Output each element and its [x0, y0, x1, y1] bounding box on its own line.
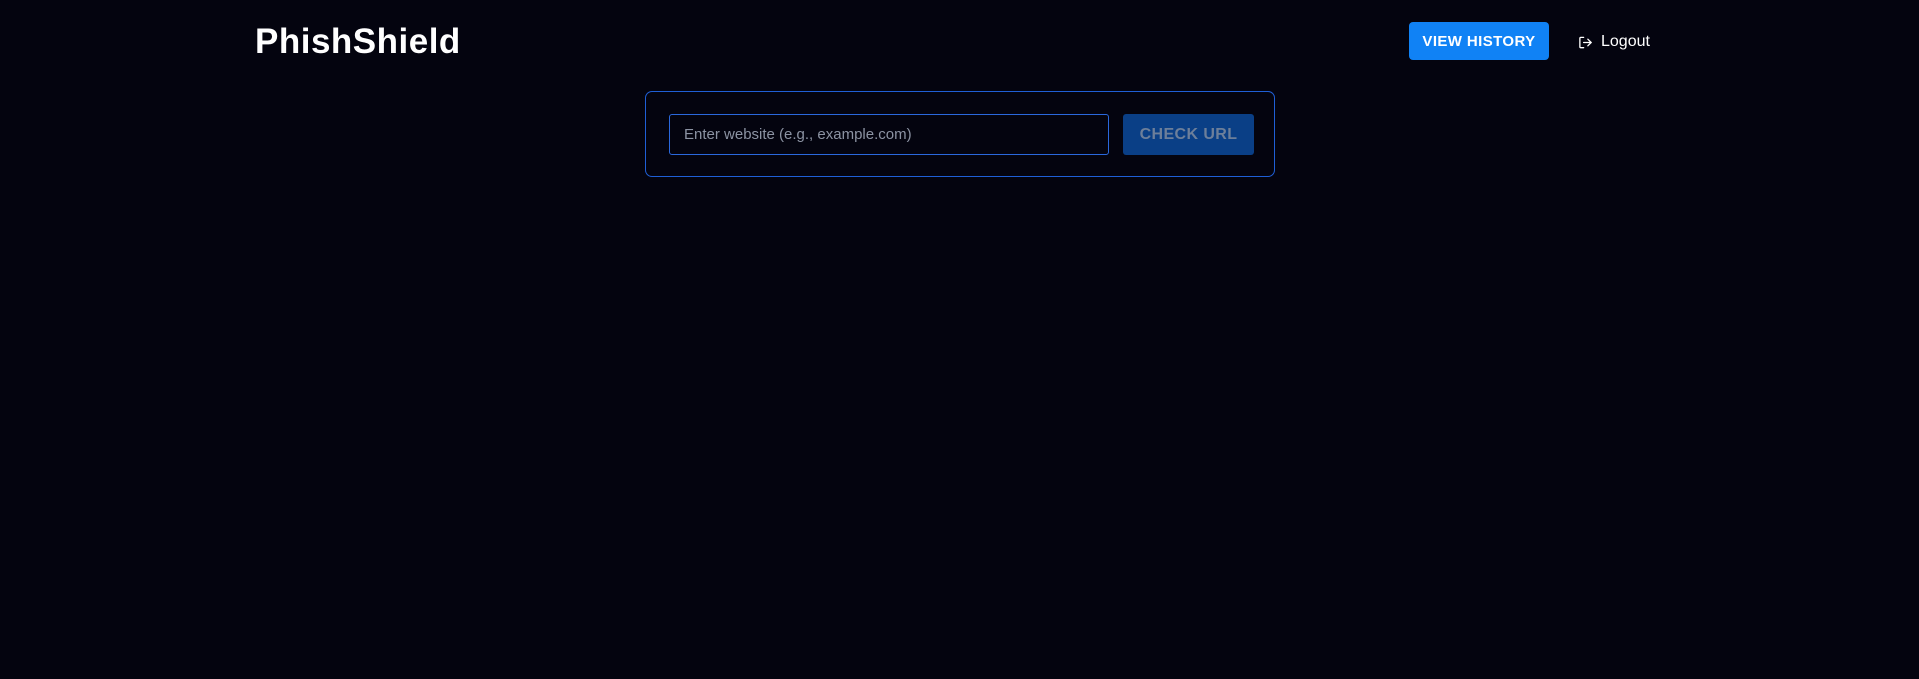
check-url-button[interactable]: CHECK URL [1123, 114, 1254, 155]
logout-button[interactable]: Logout [1578, 30, 1650, 54]
view-history-button[interactable]: VIEW HISTORY [1409, 22, 1549, 60]
url-check-panel: CHECK URL [645, 91, 1275, 177]
top-bar: PhishShield VIEW HISTORY Logout [0, 0, 1919, 84]
url-input[interactable] [669, 114, 1109, 155]
logout-label: Logout [1601, 33, 1650, 50]
brand-logo: PhishShield [255, 22, 461, 61]
logout-icon [1578, 35, 1593, 50]
